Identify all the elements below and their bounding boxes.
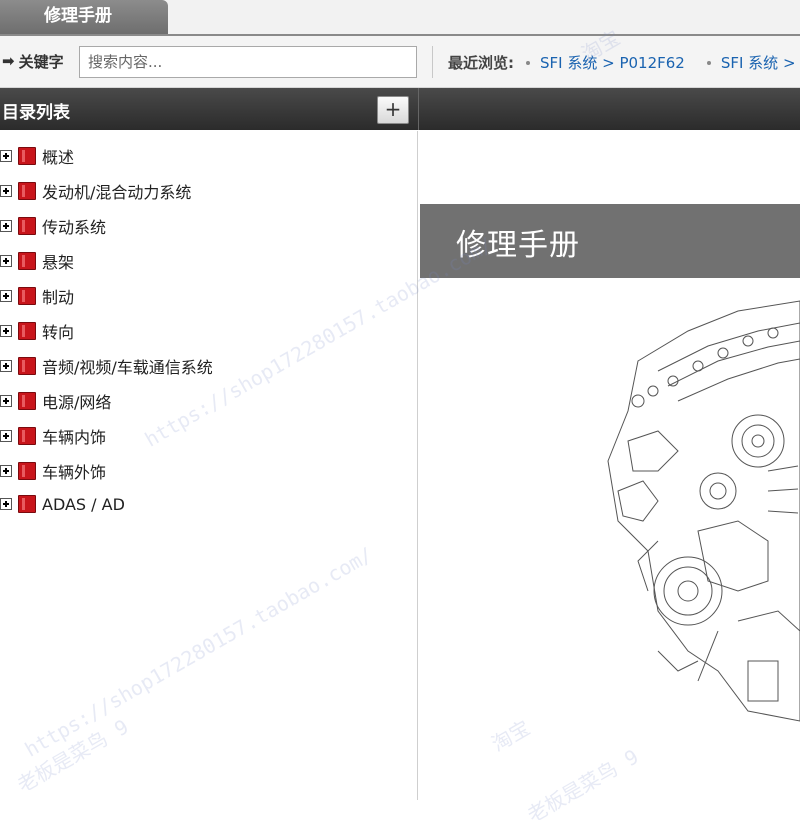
expand-icon[interactable] [0, 465, 12, 477]
expand-icon[interactable] [0, 185, 12, 197]
title-banner: 修理手册 [420, 204, 800, 278]
toc-tree: 概述 发动机/混合动力系统 传动系统 悬架 制动 转向 音频/视频/车载通信系统… [0, 131, 418, 800]
expand-icon[interactable] [0, 290, 12, 302]
tree-item-label: 电源/网络 [42, 393, 112, 412]
book-icon [18, 495, 36, 513]
book-icon [18, 357, 36, 375]
expand-icon[interactable] [0, 430, 12, 442]
tree-item-label: 发动机/混合动力系统 [42, 183, 192, 202]
toc-header: 目录列表 + [0, 88, 418, 130]
book-icon [18, 462, 36, 480]
tree-item[interactable]: 电源/网络 [0, 388, 111, 414]
book-icon [18, 322, 36, 340]
tree-item[interactable]: 悬架 [0, 248, 74, 274]
book-icon [18, 392, 36, 410]
expand-icon[interactable] [0, 395, 12, 407]
recent-link-2-text: SFI 系统 > [720, 54, 796, 72]
bullet-icon [526, 60, 530, 65]
tree-item-label: 音频/视频/车载通信系统 [42, 358, 213, 377]
tree-item[interactable]: 车辆内饰 [0, 423, 106, 449]
tree-item-label: 制动 [42, 288, 75, 307]
tree-item[interactable]: 转向 [0, 318, 74, 344]
recent-link-1-text: SFI 系统 > P012F62 [540, 54, 685, 72]
arrow-right-icon: ➡ [2, 52, 15, 70]
tree-item[interactable]: 制动 [0, 283, 74, 309]
search-row: ➡ 关键字 最近浏览: SFI 系统 > P012F62 SFI 系统 > [0, 36, 800, 88]
keyword-label-group: ➡ 关键字 [2, 50, 64, 72]
recent-browsing: 最近浏览: SFI 系统 > P012F62 SFI 系统 > [448, 52, 800, 73]
book-icon [18, 287, 36, 305]
bullet-icon [706, 60, 711, 65]
tree-item-label: 转向 [42, 323, 75, 342]
tab-bar: 修理手册 [0, 0, 800, 36]
book-icon [18, 252, 36, 270]
tab-repair-manual[interactable]: 修理手册 [0, 0, 168, 34]
recent-link-1[interactable]: SFI 系统 > P012F62 [526, 52, 685, 73]
tree-item-label: 悬架 [42, 253, 75, 272]
expand-icon[interactable] [0, 325, 12, 337]
engine-illustration [607, 300, 800, 722]
tree-item-label: 概述 [42, 148, 75, 167]
book-icon [18, 147, 36, 165]
expand-icon[interactable] [0, 360, 12, 372]
search-input[interactable] [79, 46, 417, 78]
toc-title: 目录列表 [2, 103, 70, 123]
tree-item[interactable]: 发动机/混合动力系统 [0, 178, 191, 204]
tree-item[interactable]: ADAS / AD [0, 491, 125, 517]
book-icon [18, 217, 36, 235]
book-icon [18, 427, 36, 445]
expand-all-button[interactable]: + [377, 96, 409, 124]
tree-item-label: ADAS / AD [42, 494, 125, 514]
expand-icon[interactable] [0, 255, 12, 267]
banner-title: 修理手册 [456, 228, 580, 263]
tree-item[interactable]: 音频/视频/车载通信系统 [0, 353, 213, 379]
book-icon [18, 182, 36, 200]
tree-item[interactable]: 概述 [0, 143, 74, 169]
divider [432, 46, 433, 78]
expand-icon[interactable] [0, 150, 12, 162]
recent-link-2[interactable]: SFI 系统 > [706, 52, 796, 73]
tree-item-label: 车辆外饰 [42, 463, 107, 482]
expand-icon[interactable] [0, 220, 12, 232]
content-area: 修理手册 [418, 131, 800, 800]
recent-label: 最近浏览: [448, 54, 514, 72]
tree-item[interactable]: 车辆外饰 [0, 458, 106, 484]
tree-item-label: 传动系统 [42, 218, 107, 237]
tree-item[interactable]: 传动系统 [0, 213, 106, 239]
expand-icon[interactable] [0, 498, 12, 510]
tree-item-label: 车辆内饰 [42, 428, 107, 447]
content-header [418, 88, 800, 130]
keyword-label: 关键字 [18, 52, 64, 71]
